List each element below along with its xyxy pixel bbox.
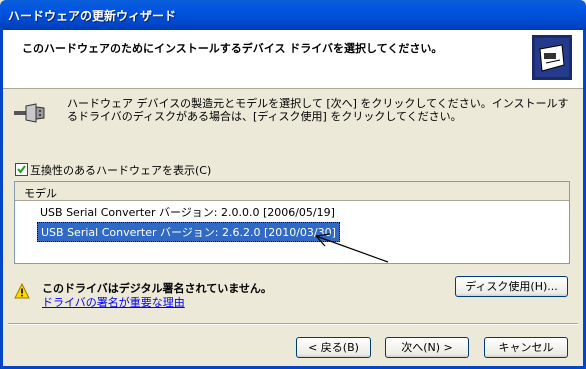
compat-checkbox-label[interactable]: 互換性のあるハードウェアを表示(C)	[30, 162, 211, 178]
wizard-header: このハードウェアのためにインストールするデバイス ドライバを選択してください。	[3, 30, 583, 89]
signing-info-link[interactable]: ドライバの署名が重要な理由	[42, 294, 185, 310]
serial-connector-icon	[14, 103, 45, 123]
model-list-header[interactable]: モデル	[15, 182, 569, 201]
have-disk-button[interactable]: ディスク使用(H)...	[455, 276, 568, 297]
model-list[interactable]: モデル USB Serial Converter バージョン: 2.0.0.0 …	[14, 181, 570, 264]
hardware-card-icon	[532, 35, 572, 80]
title-bar[interactable]: ハードウェアの更新ウィザード	[0, 0, 586, 30]
checkmark-icon	[17, 165, 26, 174]
header-instruction: このハードウェアのためにインストールするデバイス ドライバを選択してください。	[22, 42, 443, 55]
divider	[8, 323, 578, 325]
list-item-selected[interactable]: USB Serial Converter バージョン: 2.6.2.0 [201…	[37, 222, 340, 242]
next-button[interactable]: 次へ(N) >	[385, 337, 469, 358]
window-title: ハードウェアの更新ウィザード	[8, 9, 177, 23]
intro-text: ハードウェア デバイスの製造元とモデルを選択して [次へ] をクリックしてくださ…	[67, 97, 569, 123]
back-button[interactable]: < 戻る(B)	[296, 337, 371, 358]
cancel-button[interactable]: キャンセル	[484, 337, 568, 358]
model-column-header: モデル	[24, 187, 57, 200]
list-item[interactable]: USB Serial Converter バージョン: 2.0.0.0 [200…	[40, 204, 335, 220]
compat-checkbox[interactable]	[15, 163, 28, 176]
warning-icon	[14, 283, 30, 299]
arrow-annotation	[315, 233, 389, 263]
